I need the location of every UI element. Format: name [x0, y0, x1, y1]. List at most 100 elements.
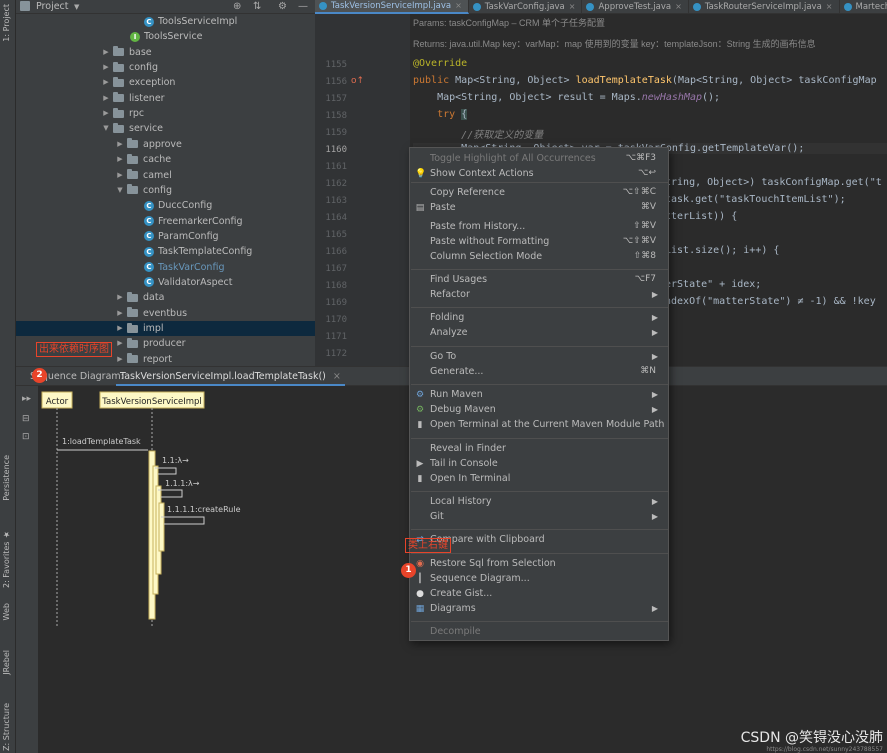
tree-item[interactable]: I ToolsService: [16, 29, 315, 44]
sequence-tab[interactable]: TaskVersionServiceImpl.loadTemplateTask(…: [116, 367, 345, 386]
editor-tab-label: ApproveTest.java: [598, 2, 672, 12]
close-icon[interactable]: ×: [826, 0, 833, 14]
tree-item[interactable]: ▶ data: [16, 290, 315, 305]
tree-item[interactable]: ▶ approve: [16, 137, 315, 152]
menu-item[interactable]: Folding ▶: [410, 310, 668, 325]
menu-item[interactable]: 💡 Show Context Actions ⌥↩: [410, 166, 668, 181]
collapsed-arrow-icon[interactable]: ▶: [102, 106, 110, 121]
collapsed-arrow-icon[interactable]: ▶: [116, 321, 124, 336]
close-icon[interactable]: ×: [455, 0, 462, 13]
collapsed-arrow-icon[interactable]: ▶: [116, 290, 124, 305]
tree-item[interactable]: C TaskVarConfig: [16, 260, 315, 275]
collapsed-arrow-icon[interactable]: ▶: [102, 60, 110, 75]
editor-gutter: 1155 1156 1157 1158 1159 1160 1161 1162 1163 1164…: [315, 14, 410, 366]
menu-item[interactable]: Analyze ▶: [410, 325, 668, 340]
menu-item[interactable]: ▮ Open Terminal at the Current Maven Modu…: [410, 417, 668, 432]
tree-item[interactable]: ▶ camel: [16, 168, 315, 183]
tree-item[interactable]: ▶ config: [16, 60, 315, 75]
menu-item[interactable]: ▦ Diagrams ▶: [410, 601, 668, 616]
collapsed-arrow-icon[interactable]: ▶: [102, 91, 110, 106]
tree-item[interactable]: ▶ impl: [16, 321, 315, 336]
gear-icon[interactable]: ⚙: [278, 0, 287, 14]
export-icon[interactable]: ⊟: [22, 414, 30, 424]
tree-item[interactable]: ▼ config: [16, 183, 315, 198]
menu-item[interactable]: Go To ▶: [410, 349, 668, 364]
project-tool-tab[interactable]: 1: Project: [2, 4, 11, 42]
menu-item[interactable]: ▶ Tail in Console: [410, 456, 668, 471]
collapsed-arrow-icon[interactable]: ▶: [102, 75, 110, 90]
tree-item[interactable]: C FreemarkerConfig: [16, 214, 315, 229]
menu-item[interactable]: Find Usages ⌥F7: [410, 272, 668, 287]
tree-item[interactable]: ▶ listener: [16, 91, 315, 106]
menu-item[interactable]: Generate... ⌘N: [410, 364, 668, 379]
collapsed-arrow-icon[interactable]: ▶: [116, 137, 124, 152]
menu-item[interactable]: Copy Reference ⌥⇧⌘C: [410, 185, 668, 200]
menu-item[interactable]: Git ▶: [410, 509, 668, 524]
tree-item[interactable]: ▶ exception: [16, 75, 315, 90]
editor-tab[interactable]: TaskVarConfig.java ×: [469, 0, 583, 14]
tree-item[interactable]: C ToolsServiceImpl: [16, 14, 315, 29]
locate-icon[interactable]: ⊕: [233, 0, 241, 14]
menu-item[interactable]: ▮ Open In Terminal: [410, 471, 668, 486]
expanded-arrow-icon[interactable]: ▼: [102, 121, 110, 136]
collapsed-arrow-icon[interactable]: ▶: [102, 45, 110, 60]
close-icon[interactable]: ×: [675, 0, 682, 14]
image-icon[interactable]: ⊡: [22, 432, 30, 442]
menu-item-label: Restore Sql from Selection: [430, 558, 556, 569]
code-comment: //获取定义的变量: [461, 130, 544, 141]
favorites-tool-tab[interactable]: 2: Favorites ★: [2, 530, 11, 588]
structure-tool-tab[interactable]: Z: Structure: [2, 703, 11, 751]
jrebel-tool-tab[interactable]: JRebel: [2, 650, 11, 675]
override-gutter-icon[interactable]: o↑: [351, 76, 364, 86]
fast-forward-icon[interactable]: ▸▸: [22, 394, 31, 404]
editor-tab[interactable]: TaskRouterServiceImpl.java ×: [689, 0, 840, 14]
persistence-tool-tab[interactable]: Persistence: [2, 455, 11, 501]
editor-tab[interactable]: ApproveTest.java ×: [582, 0, 689, 14]
menu-item-label: Generate...: [430, 366, 484, 377]
menu-item-shortcut: ⌥↩: [638, 168, 656, 178]
tree-item[interactable]: ▶ rpc: [16, 106, 315, 121]
tree-item-label: config: [129, 62, 159, 74]
menu-item[interactable]: Toggle Highlight of All Occurrences ⌥⌘F3: [410, 151, 668, 166]
menu-item[interactable]: ⚙ Debug Maven ▶: [410, 402, 668, 417]
tree-item[interactable]: ▼ service: [16, 121, 315, 136]
menu-item[interactable]: Reveal in Finder: [410, 441, 668, 456]
tree-item[interactable]: ▶ cache: [16, 152, 315, 167]
tree-item[interactable]: ▶ eventbus: [16, 306, 315, 321]
close-icon[interactable]: ×: [333, 371, 341, 382]
menu-item[interactable]: Paste without Formatting ⌥⇧⌘V: [410, 234, 668, 249]
collapsed-arrow-icon[interactable]: ▶: [116, 168, 124, 183]
tree-item[interactable]: C TaskTemplateConfig: [16, 244, 315, 259]
menu-item[interactable]: ▤ Paste ⌘V: [410, 200, 668, 215]
collapsed-arrow-icon[interactable]: ▶: [116, 336, 124, 351]
chevron-down-icon[interactable]: ▼: [74, 0, 79, 14]
tree-item[interactable]: C ValidatorAspect: [16, 275, 315, 290]
menu-item[interactable]: Refactor ▶: [410, 287, 668, 302]
hide-icon[interactable]: —: [298, 0, 308, 14]
menu-item[interactable]: Local History ▶: [410, 494, 668, 509]
collapse-icon[interactable]: ⇅: [253, 0, 261, 14]
editor-tab[interactable]: TaskVersionServiceImpl.java ×: [315, 0, 469, 14]
menu-item[interactable]: Decompile: [410, 624, 668, 639]
menu-item[interactable]: Column Selection Mode ⇧⌘8: [410, 249, 668, 264]
expanded-arrow-icon[interactable]: ▼: [116, 183, 124, 198]
web-tool-tab[interactable]: Web: [2, 603, 11, 620]
tree-item[interactable]: C ParamConfig: [16, 229, 315, 244]
github-icon: ●: [416, 589, 424, 599]
project-panel-title[interactable]: Project: [36, 0, 69, 14]
class-icon: C: [144, 231, 154, 242]
folder-icon: [113, 92, 124, 103]
menu-item[interactable]: ◉ Restore Sql from Selection: [410, 556, 668, 571]
menu-item[interactable]: ┃ Sequence Diagram...: [410, 571, 668, 586]
menu-item[interactable]: ● Create Gist...: [410, 586, 668, 601]
close-icon[interactable]: ×: [569, 0, 576, 14]
menu-item[interactable]: Paste from History... ⇧⌘V: [410, 219, 668, 234]
tree-item[interactable]: ▶ base: [16, 45, 315, 60]
class-icon: C: [144, 246, 154, 257]
collapsed-arrow-icon[interactable]: ▶: [116, 352, 124, 367]
tree-item[interactable]: C DuccConfig: [16, 198, 315, 213]
menu-item[interactable]: ⚙ Run Maven ▶: [410, 387, 668, 402]
collapsed-arrow-icon[interactable]: ▶: [116, 152, 124, 167]
editor-tab[interactable]: MartechEx: [840, 0, 887, 14]
collapsed-arrow-icon[interactable]: ▶: [116, 306, 124, 321]
